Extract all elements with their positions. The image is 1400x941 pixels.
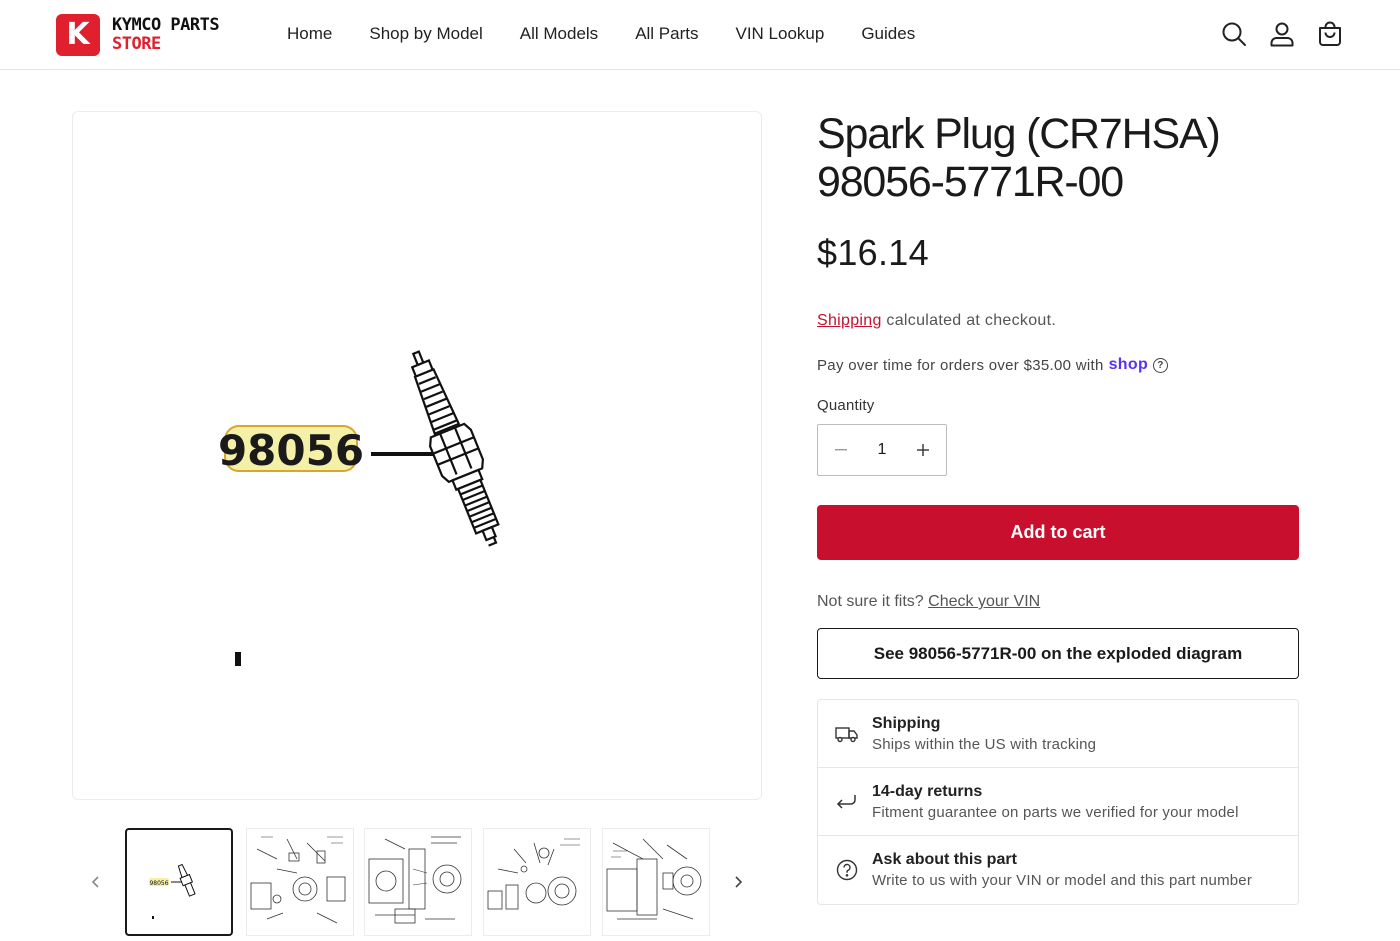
logo-line1: KYMCO PARTS <box>112 15 220 35</box>
shipping-note-text: calculated at checkout. <box>881 312 1057 329</box>
feature-returns: 14-day returns Fitment guarantee on part… <box>818 768 1298 836</box>
nav-vin-lookup[interactable]: VIN Lookup <box>735 24 824 44</box>
product-price: $16.14 <box>817 232 929 273</box>
shop-pay-logo: shop <box>1108 356 1149 373</box>
logo-badge: K <box>56 14 100 56</box>
thumbnail-2[interactable] <box>246 828 354 936</box>
main-product-image[interactable]: 98056 <box>72 111 762 800</box>
product-title: Spark Plug (CR7HSA) 98056-5771R-00 <box>817 110 1299 206</box>
nav-all-parts[interactable]: All Parts <box>635 24 698 44</box>
shipping-link[interactable]: Shipping <box>817 312 882 329</box>
callout-number: 98056 <box>218 426 364 475</box>
product-title-line2: 98056-5771R-00 <box>817 158 1124 206</box>
logo-badge-letter: K <box>66 17 90 52</box>
thumbnail-strip: 98056 <box>72 826 762 938</box>
nav-shop-by-model[interactable]: Shop by Model <box>369 24 482 44</box>
header-icons <box>1200 20 1344 48</box>
nav-guides[interactable]: Guides <box>861 24 915 44</box>
fitment-prompt: Not sure it fits? Check your VIN <box>817 593 1299 611</box>
quantity-decrease-button[interactable] <box>818 425 864 475</box>
thumb-callout-number: 98056 <box>149 880 168 887</box>
feature-list: Shipping Ships within the US with tracki… <box>817 699 1299 905</box>
main-nav: Home Shop by Model All Models All Parts … <box>287 24 952 44</box>
feature-ask-desc: Write to us with your VIN or model and t… <box>872 872 1253 889</box>
nav-all-models[interactable]: All Models <box>520 24 598 44</box>
chevron-right-icon[interactable] <box>728 870 748 894</box>
product-info: Spark Plug (CR7HSA) 98056-5771R-00 $16.1… <box>817 110 1299 905</box>
feature-ask-title: Ask about this part <box>872 851 1017 868</box>
quantity-input[interactable]: 1 <box>864 441 900 459</box>
pay-over-time: Pay over time for orders over $35.00 wit… <box>817 356 1299 374</box>
feature-returns-desc: Fitment guarantee on parts we verified f… <box>872 803 1239 821</box>
shipping-note: Shipping calculated at checkout. <box>817 312 1299 330</box>
quantity-label: Quantity <box>817 397 875 414</box>
nav-home[interactable]: Home <box>287 24 332 44</box>
return-arrow-icon <box>834 789 860 815</box>
info-question-icon[interactable]: ? <box>1153 357 1169 373</box>
truck-icon <box>834 721 860 747</box>
store-logo[interactable]: K KYMCO PARTS STORE <box>56 14 220 56</box>
add-to-cart-button[interactable]: Add to cart <box>817 505 1299 560</box>
feature-ask[interactable]: Ask about this part Write to us with you… <box>818 836 1298 904</box>
feature-shipping: Shipping Ships within the US with tracki… <box>818 700 1298 768</box>
thumbnail-3[interactable] <box>364 828 472 936</box>
logo-line2: STORE <box>112 34 161 54</box>
fitment-prompt-text: Not sure it fits? <box>817 593 929 610</box>
spark-plug-diagram: 98056 <box>218 350 500 666</box>
site-header: K KYMCO PARTS STORE Home Shop by Model A… <box>0 0 1400 70</box>
logo-text: KYMCO PARTS STORE <box>112 15 220 54</box>
question-icon <box>834 857 860 883</box>
search-icon[interactable] <box>1220 20 1248 48</box>
chevron-left-icon[interactable] <box>86 870 106 894</box>
thumbnail-5[interactable] <box>602 828 710 936</box>
feature-shipping-title: Shipping <box>872 714 941 732</box>
feature-returns-title: 14-day returns <box>872 782 983 800</box>
check-vin-link[interactable]: Check your VIN <box>928 593 1040 610</box>
exploded-diagram-button[interactable]: See 98056-5771R-00 on the exploded diagr… <box>817 628 1299 679</box>
cart-icon[interactable] <box>1316 20 1344 48</box>
product-title-line1: Spark Plug (CR7HSA) <box>817 110 1221 158</box>
thumbnail-1[interactable]: 98056 <box>125 828 233 936</box>
pay-over-time-text: Pay over time for orders over $35.00 wit… <box>817 356 1104 374</box>
quantity-increase-button[interactable] <box>900 425 946 475</box>
thumbnail-4[interactable] <box>483 828 591 936</box>
account-icon[interactable] <box>1268 20 1296 48</box>
quantity-stepper: 1 <box>817 424 947 476</box>
feature-shipping-desc: Ships within the US with tracking <box>872 735 1097 753</box>
